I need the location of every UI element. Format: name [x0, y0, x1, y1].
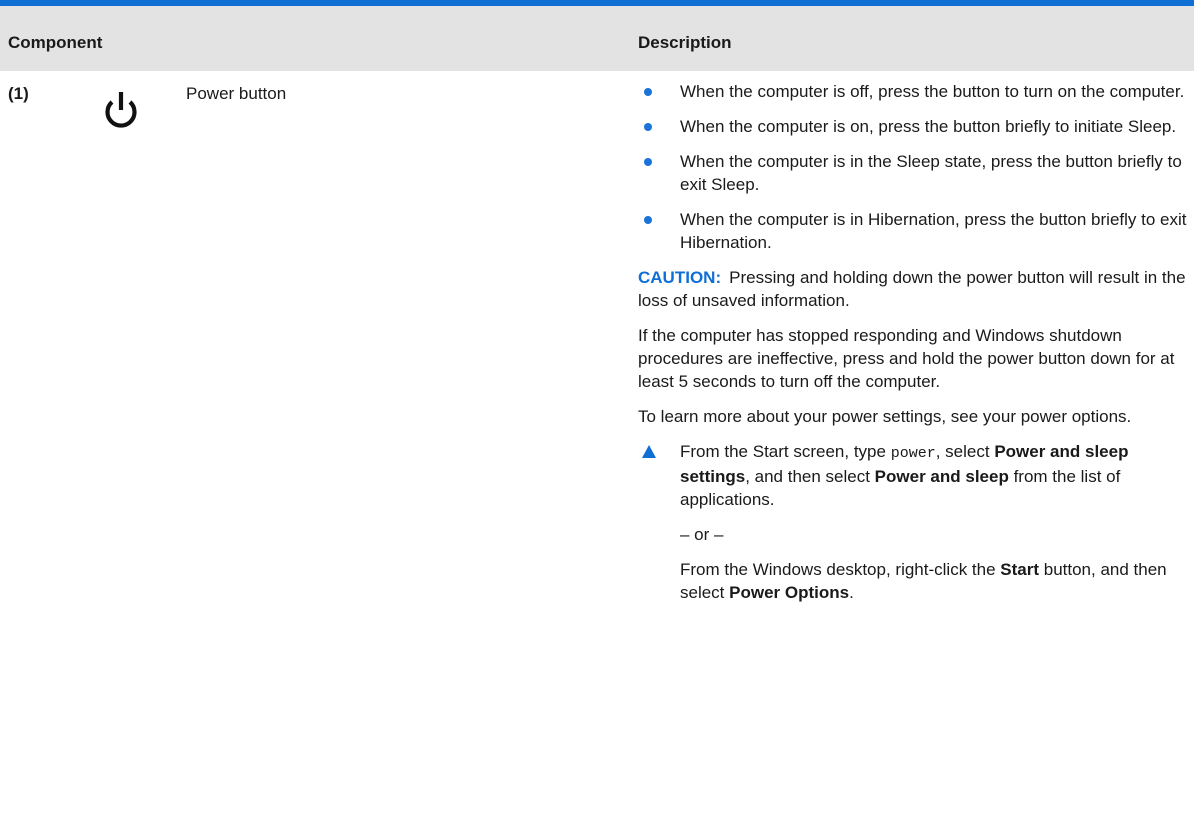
component-name: Power button [186, 84, 287, 103]
row-index: (1) [8, 84, 29, 103]
power-icon [105, 92, 137, 128]
bullet-icon [644, 216, 652, 224]
step-text: From the Start screen, type power, selec… [680, 442, 1128, 509]
alt-text-part: . [849, 583, 854, 602]
column-header-component: Component [8, 33, 103, 52]
step-text-part: , and then select [745, 467, 875, 486]
alt-text-part: From the Windows desktop, right-click th… [680, 560, 1001, 579]
list-item-text: When the computer is in Hibernation, pre… [680, 210, 1187, 252]
bullet-icon [644, 88, 652, 96]
bullet-icon [644, 158, 652, 166]
description-cell: When the computer is off, press the butt… [638, 80, 1190, 616]
unresponsive-paragraph: If the computer has stopped responding a… [638, 326, 1175, 391]
caution-label: CAUTION: [638, 268, 722, 287]
power-options-label: Power Options [729, 583, 850, 602]
code-power: power [890, 445, 936, 462]
learn-more-paragraph: To learn more about your power settings,… [638, 407, 1132, 426]
column-header-description: Description [638, 33, 732, 52]
list-item-text: When the computer is on, press the butto… [680, 117, 1177, 136]
or-separator: – or – [680, 525, 724, 544]
list-item: When the computer is off, press the butt… [638, 80, 1190, 103]
list-item: When the computer is in the Sleep state,… [638, 150, 1190, 196]
step-text-part: From the Start screen, type [680, 442, 891, 461]
alt-step-text: From the Windows desktop, right-click th… [638, 558, 1190, 604]
power-and-sleep-label: Power and sleep [874, 467, 1009, 486]
step-item: From the Start screen, type power, selec… [638, 440, 1190, 511]
list-item-text: When the computer is off, press the butt… [680, 82, 1185, 101]
list-item: When the computer is in Hibernation, pre… [638, 208, 1190, 254]
step-triangle-icon [642, 445, 656, 458]
table-header-row: Component Description [0, 6, 1194, 71]
step-text-part: , select [935, 442, 995, 461]
caution-note: CAUTION: Pressing and holding down the po… [638, 266, 1190, 312]
bullet-icon [644, 123, 652, 131]
start-label: Start [1000, 560, 1040, 579]
list-item-text: When the computer is in the Sleep state,… [680, 152, 1182, 194]
list-item: When the computer is on, press the butto… [638, 115, 1190, 138]
